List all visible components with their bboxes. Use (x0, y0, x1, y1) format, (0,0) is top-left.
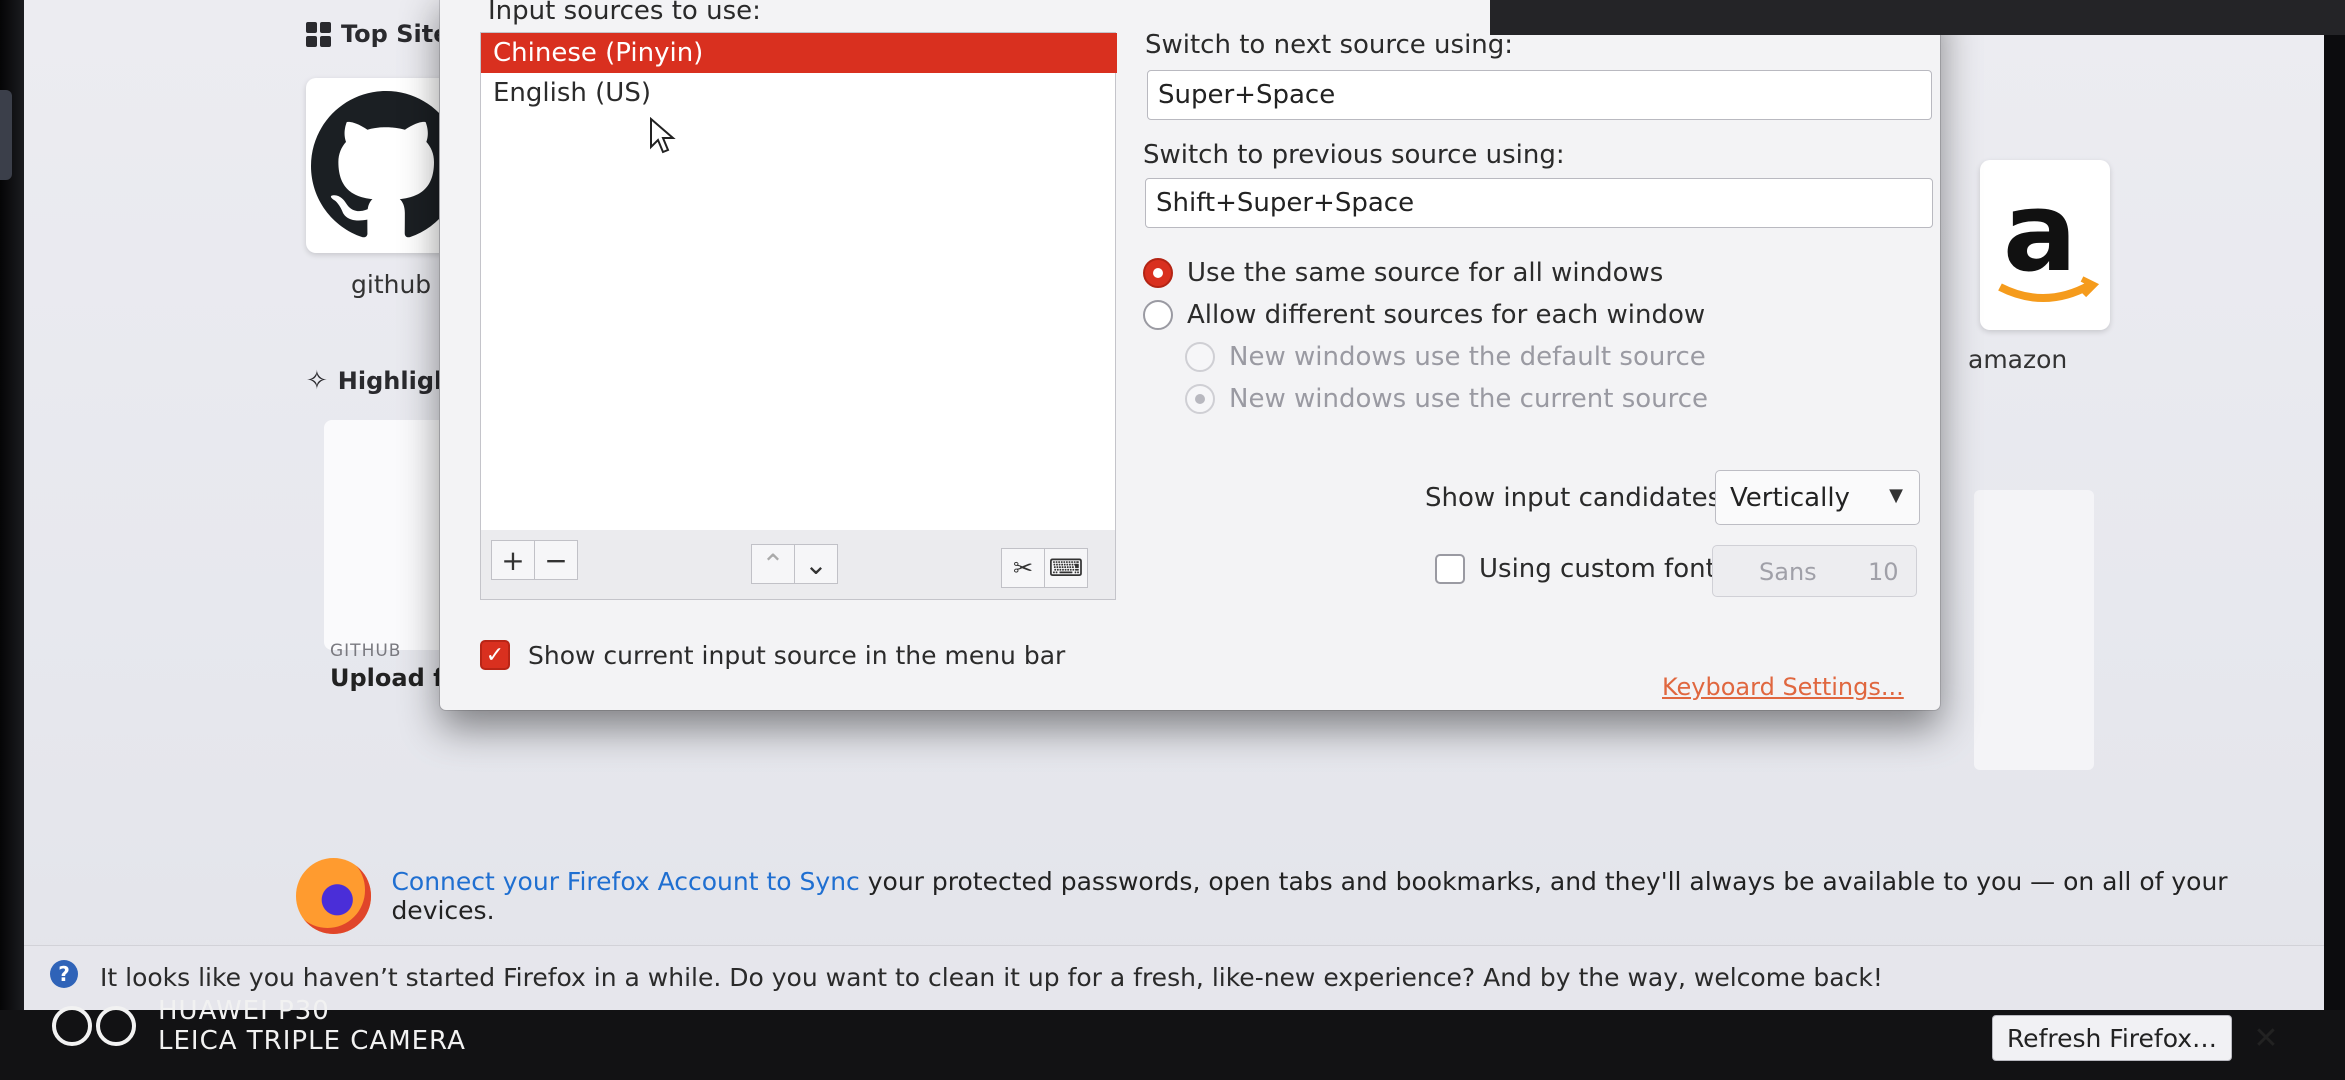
sources-heading: Input sources to use: (488, 0, 761, 26)
candidates-value: Vertically (1730, 482, 1850, 513)
move-up-button[interactable]: ⌃ (751, 544, 795, 584)
monitor-bezel (0, 0, 24, 1080)
dialog-titlebar (1490, 0, 2345, 35)
radio-default-source-label: New windows use the default source (1229, 342, 1706, 372)
font-chooser-button: Sans 10 (1712, 545, 1917, 597)
radio-current-source-button (1185, 384, 1215, 414)
show-in-menu-row[interactable]: ✓ Show current input source in the menu … (480, 640, 1065, 670)
source-item-english[interactable]: English (US) (481, 73, 1117, 113)
candidates-label: Show input candidates: (1425, 483, 1730, 513)
info-icon: ? (50, 960, 78, 988)
keyboard-settings-link[interactable]: Keyboard Settings... (1662, 673, 1904, 701)
radio-different-sources-button[interactable] (1143, 300, 1173, 330)
radio-same-source[interactable]: Use the same source for all windows (1143, 258, 1663, 288)
chevron-up-icon: ⌃ (761, 547, 785, 581)
close-notification-icon[interactable]: ✕ (2246, 1018, 2286, 1058)
highlights-label: Highligh (337, 367, 452, 395)
grid-icon (306, 21, 331, 47)
input-source-list[interactable]: Chinese (Pinyin) English (US) (480, 32, 1117, 532)
top-site-tile-amazon[interactable]: a (1980, 160, 2110, 330)
github-icon (311, 90, 461, 237)
top-site-label-github: github (351, 270, 432, 299)
watermark-line2: LEICA TRIPLE CAMERA (158, 1026, 466, 1056)
radio-current-source-label: New windows use the current source (1229, 384, 1709, 414)
camera-watermark: HUAWEI P30 LEICA TRIPLE CAMERA (52, 996, 466, 1056)
keyboard-layout-button[interactable]: ⌨ (1044, 548, 1088, 588)
next-source-label: Switch to next source using: (1145, 30, 1514, 60)
keyboard-icon: ⌨ (1048, 554, 1084, 582)
sync-link[interactable]: Connect your Firefox Account to Sync (391, 867, 859, 896)
custom-font-label: Using custom font: (1479, 554, 1725, 584)
custom-font-checkbox[interactable] (1435, 554, 1465, 584)
radio-same-source-label: Use the same source for all windows (1187, 258, 1664, 288)
source-item-chinese[interactable]: Chinese (Pinyin) (481, 33, 1117, 73)
source-list-toolbar: + − ⌃ ⌄ ✂ ⌨ (480, 530, 1116, 600)
sparkle-icon: ✧ (306, 366, 328, 396)
show-in-menu-label: Show current input source in the menu ba… (528, 640, 1066, 670)
refresh-firefox-button[interactable]: Refresh Firefox… (1992, 1015, 2232, 1061)
bezel-notch (0, 90, 12, 180)
sync-text: Connect your Firefox Account to Sync you… (391, 867, 2324, 925)
watermark-line1: HUAWEI P30 (158, 996, 330, 1026)
tools-icon: ✂ (1012, 554, 1034, 582)
firefox-logo-icon (296, 858, 372, 934)
notification-text: It looks like you haven’t started Firefo… (100, 963, 1883, 992)
top-site-label-amazon: amazon (1968, 345, 2068, 374)
source-settings-button[interactable]: ✂ (1001, 548, 1045, 588)
leica-rings-icon (52, 1006, 136, 1046)
prev-source-shortcut-field[interactable]: Shift+Super+Space (1145, 178, 1933, 228)
input-sources-dialog: Input sources to use: Chinese (Pinyin) E… (440, 0, 2345, 710)
radio-different-sources-label: Allow different sources for each window (1187, 300, 1706, 330)
camera-watermark-text: HUAWEI P30 LEICA TRIPLE CAMERA (158, 996, 466, 1056)
mouse-cursor-icon (650, 117, 676, 154)
radio-default-source-button (1185, 342, 1215, 372)
prev-source-label: Switch to previous source using: (1143, 140, 1565, 170)
dropdown-arrow-icon: ▼ (1889, 485, 1903, 506)
chevron-down-icon: ⌄ (804, 547, 828, 581)
remove-source-button[interactable]: − (534, 540, 578, 580)
highlights-heading: ✧ Highligh (306, 366, 451, 396)
radio-same-source-button[interactable] (1143, 258, 1173, 288)
highlight-source: GITHUB (330, 641, 402, 661)
font-name: Sans (1759, 558, 1817, 586)
custom-font-row[interactable]: Using custom font: (1435, 554, 1725, 584)
add-source-button[interactable]: + (491, 540, 535, 580)
svg-text:a: a (2003, 175, 2077, 296)
next-source-shortcut-field[interactable]: Super+Space (1147, 70, 1932, 120)
radio-default-source: New windows use the default source (1185, 342, 1706, 372)
candidates-dropdown[interactable]: Vertically ▼ (1715, 470, 1920, 525)
show-in-menu-checkbox[interactable]: ✓ (480, 640, 510, 670)
right-highlight-card (1974, 490, 2094, 770)
font-size: 10 (1868, 558, 1899, 586)
radio-different-sources[interactable]: Allow different sources for each window (1143, 300, 1705, 330)
amazon-icon: a (1998, 175, 2100, 302)
move-down-button[interactable]: ⌄ (794, 544, 838, 584)
radio-current-source: New windows use the current source (1185, 384, 1708, 414)
sync-promo: Connect your Firefox Account to Sync you… (296, 858, 2324, 934)
